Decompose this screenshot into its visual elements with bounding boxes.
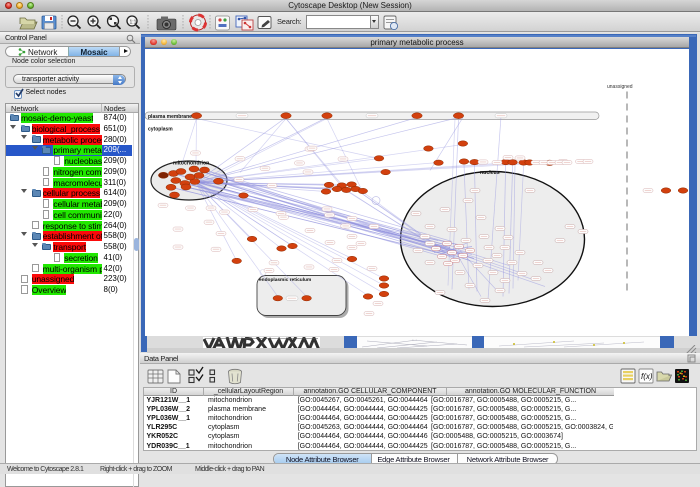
svg-text:unassigned: unassigned xyxy=(607,84,633,90)
svg-text:nucleus: nucleus xyxy=(480,170,500,176)
svg-text:1:1: 1:1 xyxy=(130,20,137,26)
svg-text:endoplasmic reticulum: endoplasmic reticulum xyxy=(259,277,311,283)
svg-text:f(x): f(x) xyxy=(641,372,653,381)
svg-text:plasma membrane: plasma membrane xyxy=(148,113,192,119)
svg-text:cytoplasm: cytoplasm xyxy=(148,126,173,132)
svg-text:mitochondrion: mitochondrion xyxy=(173,160,209,166)
